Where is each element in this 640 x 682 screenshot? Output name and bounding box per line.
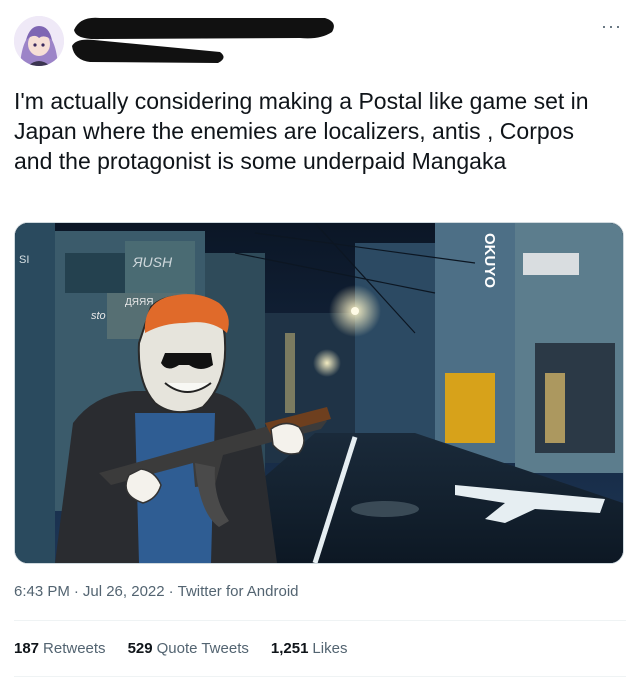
retweets-count: 187 [14,640,40,657]
divider [14,676,626,677]
divider [14,620,626,621]
quote-tweets-label: Quote Tweets [156,640,249,657]
retweets-stat[interactable]: 187 Retweets [14,640,106,657]
engagement-stats: 187 Retweets 529 Quote Tweets 1,251 Likes [14,640,347,657]
wall-sign-si: SI [19,254,29,266]
tweet-date[interactable]: Jul 26, 2022 [83,583,165,600]
tweet-image[interactable]: ЯUSH ДЯЯЯ sto SI OKUYO [14,222,624,564]
retweets-label: Retweets [43,640,106,657]
wall-sign-rrr: ДЯЯЯ [125,297,153,308]
graffiti-shutter [445,373,495,443]
likes-stat[interactable]: 1,251 Likes [271,640,348,657]
redacted-handle [72,39,224,63]
avatar-image [14,16,64,66]
tweet-text: I'm actually considering making a Postal… [14,88,595,174]
vertical-building-sign: OKUYO [481,233,498,288]
likes-count: 1,251 [270,640,309,657]
tweet-timestamp[interactable]: 6:43 PM · Jul 26, 2022 · Twitter for Android [14,583,299,600]
quote-tweets-stat[interactable]: 529 Quote Tweets [128,640,249,657]
more-options-icon[interactable]: ··· [601,17,622,35]
avatar[interactable] [14,16,64,66]
wall-sign-sto: sto [91,310,106,322]
tweet-source[interactable]: Twitter for Android [178,583,299,600]
wall-sign-rush: ЯUSH [132,254,173,270]
separator-dot: · [73,583,79,600]
separator-dot: · [168,583,174,600]
quote-tweets-count: 529 [127,640,153,657]
tweet-time[interactable]: 6:43 PM [14,583,70,600]
likes-label: Likes [312,640,348,657]
tweet: ··· I'm actually considering making a Po… [0,0,640,682]
